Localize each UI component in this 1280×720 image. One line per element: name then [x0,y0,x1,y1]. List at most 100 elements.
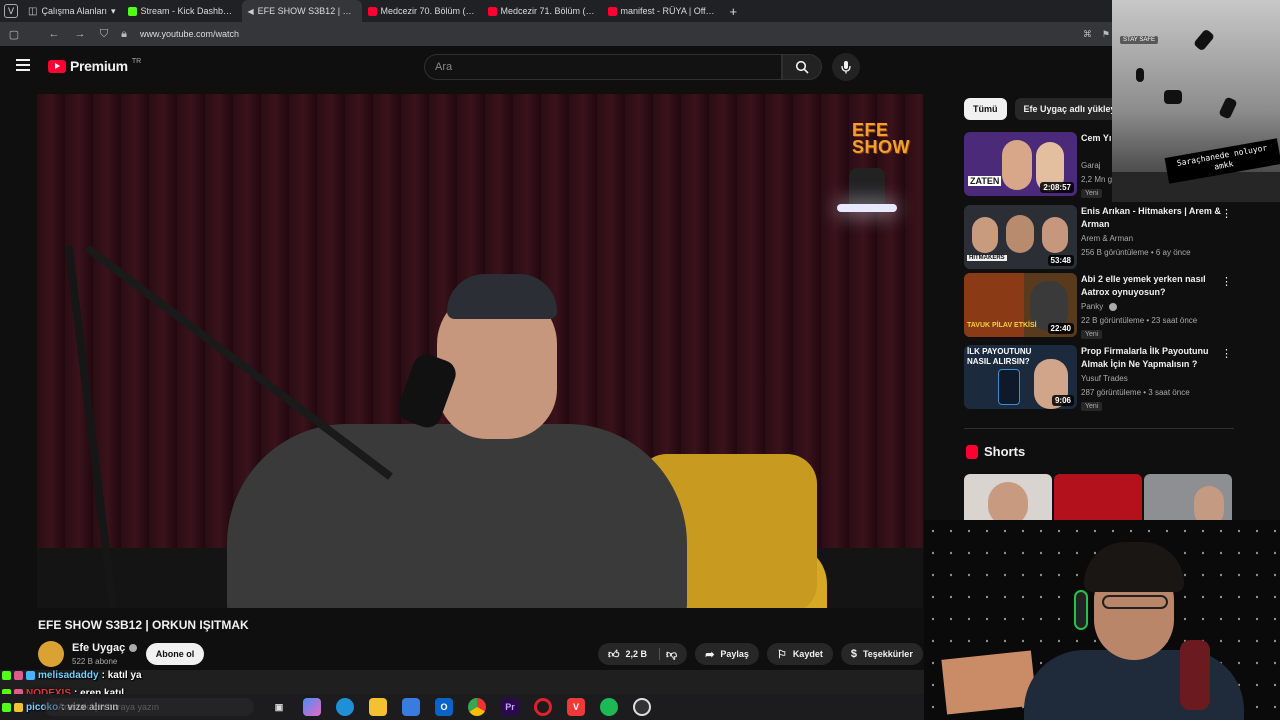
recommendation-title[interactable]: Prop Firmalarla İlk Payoutunu Almak İçin… [1081,345,1221,371]
chat-message: melisadaddy : katıl ya [0,666,480,684]
opera-icon[interactable] [534,698,552,716]
kick-icon [127,6,137,16]
speaker-icon: ◀ [247,6,254,16]
youtube-play-icon [48,59,66,73]
duration-badge: 22:40 [1047,323,1074,334]
file-explorer-icon[interactable] [369,698,387,716]
recommendation-meta: 287 görüntüleme • 3 saat önce [1081,388,1190,397]
headset [1074,590,1088,630]
new-badge: Yeni [1081,189,1103,198]
task-view-icon[interactable]: ▣ [270,698,288,716]
recommendation-channel[interactable]: Yusuf Trades [1081,374,1128,383]
overlay-clip: STAY SAFE Saraçhanede noluyor amkk [1112,0,1280,202]
video-thumbnail[interactable]: HITMAKERS 53:48 [964,205,1077,269]
glasses [1102,595,1168,609]
vivaldi-icon[interactable]: V [567,698,585,716]
bookmark-icon[interactable]: ⚑ [1102,29,1110,40]
recommendation-channel[interactable]: Garaj [1081,161,1101,170]
edge-icon[interactable] [336,698,354,716]
youtube-icon [487,6,497,16]
duration-badge: 9:06 [1051,395,1074,406]
recommendation-meta: 256 B görüntüleme • 6 ay önce [1081,248,1191,257]
copilot-icon[interactable] [303,698,321,716]
more-options-icon[interactable]: ⋮ [1221,275,1232,288]
recommendation-item[interactable]: TAVUK PİLAV ETKİSİ 22:40 Abi 2 elle yeme… [964,273,1234,339]
chat-badge-icon [26,670,35,680]
short-thumbnail[interactable] [1144,474,1232,520]
hamburger-menu-icon[interactable] [16,59,30,71]
voice-search-button[interactable] [832,53,860,81]
browser-logo-icon[interactable]: V [4,4,18,18]
recommendation-title[interactable]: Abi 2 elle yemek yerken nasıl Aatrox oyn… [1081,273,1221,299]
back-icon[interactable]: ← [44,28,64,40]
more-options-icon[interactable]: ⋮ [1221,347,1232,360]
subscriber-count: 522 B abone [72,657,118,666]
tab-efe-show[interactable]: ◀ EFE SHOW S3B12 | ORKUN [241,0,362,22]
windows-taskbar: picoko : vize alırsın Aramak için buraya… [0,694,924,720]
chrome-icon[interactable] [468,698,486,716]
tab-manifest[interactable]: manifest - RÜYA | Official M [602,0,722,22]
tab-workspaces[interactable]: ◫ Çalışma Alanları ▾ [22,0,122,22]
taskbar-apps: ▣ O Pr V [270,698,651,716]
recommendation-channel[interactable]: Arem & Arman [1081,234,1133,243]
video-player[interactable]: EFE SHOW [37,94,923,608]
recommendation-channel[interactable]: Panky [1081,302,1118,311]
sidebar-toggle-icon[interactable]: ▢ [4,28,24,41]
taskbar-search-input[interactable]: Aramak için buraya yazın [44,698,254,716]
translate-icon[interactable]: ⌘ [1083,29,1092,40]
premiere-icon[interactable]: Pr [501,698,519,716]
browser-tab-bar: V ◫ Çalışma Alanları ▾ Stream - Kick Das… [0,0,1280,22]
obs-icon[interactable] [633,698,651,716]
search-input[interactable]: Ara [424,54,782,80]
channel-name[interactable]: Efe Uygaç [72,642,138,654]
youtube-header: Premium TR Ara [0,46,1110,88]
chat-badge-icon [2,702,11,712]
lock-icon: 🔒︎ [121,27,127,40]
screen: V ◫ Çalışma Alanları ▾ Stream - Kick Das… [0,0,1280,720]
thanks-button[interactable]: $ Teşekkürler [840,643,923,665]
recommendation-item[interactable]: HITMAKERS 53:48 Enis Arıkan - Hitmakers … [964,205,1234,269]
duration-badge: 2:08:57 [1040,182,1074,193]
video-title: EFE SHOW S3B12 | ORKUN IŞITMAK [38,618,249,632]
like-button[interactable]: 👍︎ 2,2 B 👎︎ [598,643,688,665]
recommendation-title[interactable]: Enis Arıkan - Hitmakers | Arem & Arman [1081,205,1221,231]
video-thumbnail[interactable]: ZATEN 2:08:57 [964,132,1077,196]
tab-kick-dashboard[interactable]: Stream - Kick Dashboard [122,0,242,22]
filter-chips: Tümü Efe Uygaç adlı yükleyic [964,98,1133,120]
thumbs-up-icon: 👍︎ [608,648,620,661]
bookmark-icon: ⚐ [776,648,787,661]
share-button[interactable]: ➦ Paylaş [695,643,759,665]
thumbs-down-icon[interactable]: 👎︎ [666,648,677,661]
new-badge: Yeni [1081,330,1103,339]
channel-avatar[interactable] [38,641,64,667]
wall-sign [941,650,1037,715]
subscribe-button[interactable]: Abone ol [146,643,204,665]
spotify-icon[interactable] [600,698,618,716]
chevron-down-icon: ▾ [110,5,116,16]
url-field[interactable]: www.youtube.com/watch [140,29,239,39]
tab-medcezir-70[interactable]: Medcezir 70. Bölüm (4K) - [362,0,482,22]
chat-badge-icon [14,670,23,680]
search-icon [795,60,809,74]
outlook-icon[interactable]: O [435,698,453,716]
video-thumbnail[interactable]: İLK PAYOUTUNU NASIL ALIRSIN? 9:06 [964,345,1077,409]
chip-all[interactable]: Tümü [964,98,1007,120]
verified-icon [1109,302,1118,311]
efe-show-logo: EFE SHOW [852,120,910,157]
short-thumbnail[interactable] [1054,474,1142,520]
tab-medcezir-71[interactable]: Medcezir 71. Bölüm (4K) - [482,0,602,22]
forward-icon[interactable]: → [70,28,90,40]
short-thumbnail[interactable] [964,474,1052,520]
verified-icon [129,644,138,653]
workspace-icon: ◫ [28,5,38,17]
video-thumbnail[interactable]: TAVUK PİLAV ETKİSİ 22:40 [964,273,1077,337]
shield-icon[interactable]: ⛉ [94,28,114,41]
recommendation-item[interactable]: İLK PAYOUTUNU NASIL ALIRSIN? 9:06 Prop F… [964,345,1234,411]
shorts-header: Shorts [966,444,1025,459]
more-options-icon[interactable]: ⋮ [1221,207,1232,220]
search-button[interactable] [782,54,822,80]
youtube-logo[interactable]: Premium TR [48,58,141,74]
save-button[interactable]: ⚐ Kaydet [766,643,833,665]
store-icon[interactable] [402,698,420,716]
new-tab-button[interactable]: + [722,4,746,19]
